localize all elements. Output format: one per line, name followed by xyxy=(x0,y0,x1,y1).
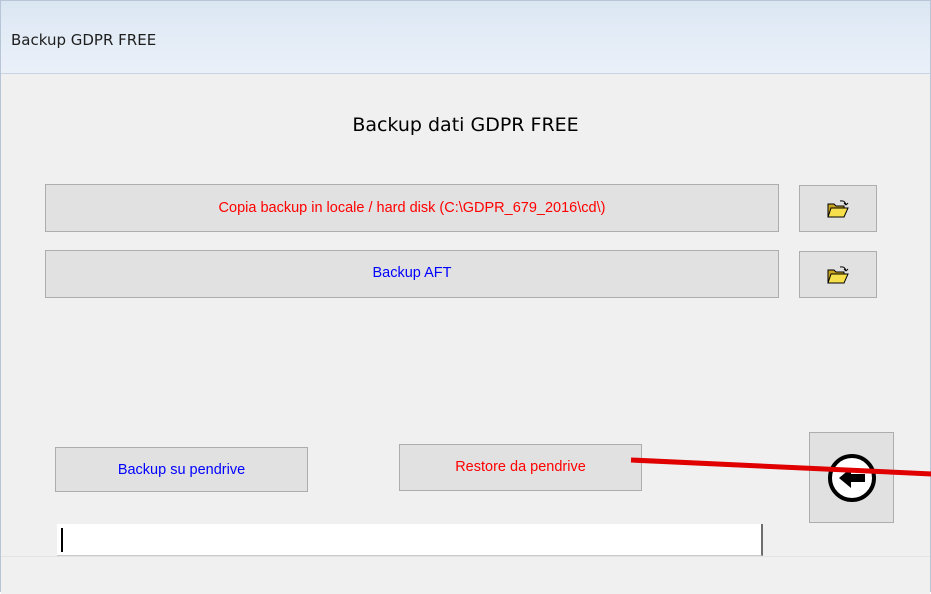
annotation-arrow-line xyxy=(630,457,931,477)
app-window: Backup GDPR FREE Backup dati GDPR FREE C… xyxy=(0,0,931,594)
